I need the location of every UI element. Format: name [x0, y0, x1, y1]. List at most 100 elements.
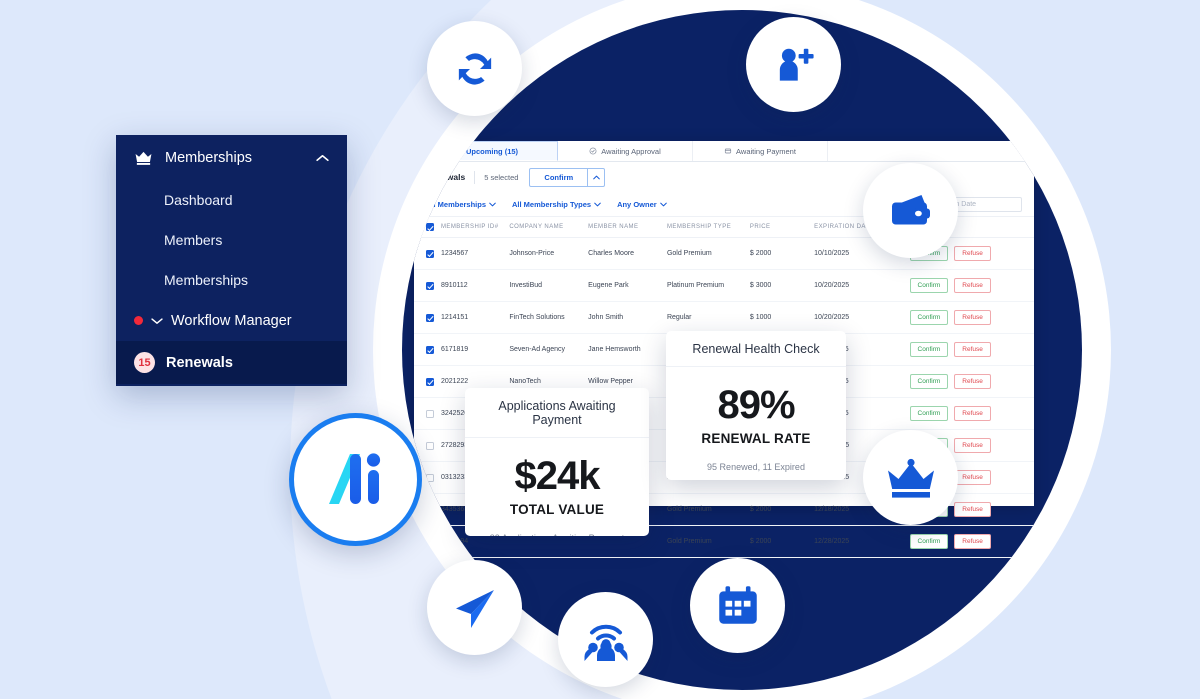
tab-upcoming[interactable]: Upcoming (15)	[414, 141, 558, 161]
row-action-group: Confirm Refuse	[909, 534, 1034, 549]
table-row[interactable]: 1214151 FinTech Solutions John Smith Regula…	[414, 301, 1034, 334]
row-confirm-button[interactable]: Confirm	[909, 342, 949, 357]
filter-all-memberships-label: All Memberships	[426, 199, 487, 209]
sidebar-item-dashboard[interactable]: Dashboard	[116, 180, 347, 220]
row-confirm-button[interactable]: Confirm	[909, 374, 949, 389]
sidebar-group-memberships[interactable]: Memberships	[116, 135, 347, 180]
select-all-header	[414, 216, 441, 238]
card-renewal-health-check: Renewal Health Check 89% RENEWAL RATE 95…	[666, 331, 846, 480]
bubble-send[interactable]	[427, 560, 522, 655]
add-user-icon	[779, 48, 814, 81]
row-refuse-button[interactable]: Refuse	[954, 374, 991, 389]
row-select-cell[interactable]	[414, 269, 441, 302]
row-checkbox[interactable]	[426, 377, 434, 386]
row-refuse-button[interactable]: Refuse	[954, 310, 991, 325]
row-checkbox[interactable]	[426, 345, 434, 354]
row-action-group: Confirm Refuse	[909, 278, 1034, 293]
row-refuse-button[interactable]: Refuse	[954, 278, 991, 293]
cell-member-name: Eugene Park	[588, 269, 667, 302]
health-card-label: RENEWAL RATE	[701, 431, 811, 446]
cell-company-name: Johnson-Price	[509, 237, 589, 270]
row-confirm-button[interactable]: Confirm	[909, 310, 949, 325]
confirm-button[interactable]: Confirm	[529, 167, 589, 187]
sync-icon	[458, 52, 491, 85]
cell-membership-type: Gold Premium	[666, 525, 750, 558]
sidebar-item-members-label: Members	[164, 232, 223, 248]
row-select-cell[interactable]	[414, 525, 441, 558]
tab-upcoming-label: Upcoming (15)	[465, 146, 519, 156]
tab-awaiting-approval[interactable]: Awaiting Approval	[558, 141, 693, 161]
row-refuse-button[interactable]: Refuse	[954, 534, 991, 549]
sidebar-item-dashboard-label: Dashboard	[164, 192, 233, 208]
bubble-add-user[interactable]	[746, 17, 841, 112]
row-action-group: Confirm Refuse	[909, 406, 1034, 421]
tab-awaiting-payment[interactable]: Awaiting Payment	[693, 141, 828, 161]
row-checkbox[interactable]	[426, 409, 434, 418]
card-icon	[724, 148, 732, 154]
cell-expiration-date: 10/20/2025	[814, 269, 910, 302]
cell-membership-id: 6171819	[440, 333, 510, 366]
sidebar-item-members[interactable]: Members	[116, 220, 347, 260]
table-row[interactable]: 8910112 InvestiBud Eugene Park Platinum Pre…	[414, 269, 1034, 302]
row-refuse-button[interactable]: Refuse	[954, 438, 991, 453]
cell-price: $ 2000	[749, 237, 815, 270]
cell-expiration-date: 10/20/2025	[814, 301, 910, 334]
filter-all-memberships[interactable]: All Memberships	[426, 200, 496, 209]
row-refuse-button[interactable]: Refuse	[954, 502, 991, 517]
bubble-community[interactable]	[558, 592, 653, 687]
sidebar-item-memberships[interactable]: Memberships	[116, 260, 347, 300]
cell-membership-id: 1214151	[440, 301, 510, 334]
filter-owner[interactable]: Any Owner	[617, 200, 667, 209]
row-select-cell[interactable]	[414, 365, 441, 398]
payment-card-value: $24k	[514, 454, 601, 498]
row-select-cell[interactable]	[414, 301, 441, 334]
tab-spacer	[828, 141, 1034, 161]
toolbar-divider	[474, 170, 476, 184]
health-card-value: 89%	[717, 383, 795, 427]
confirm-dropdown-button[interactable]	[588, 167, 606, 187]
bubble-calendar[interactable]	[690, 558, 785, 653]
row-select-cell[interactable]	[414, 237, 441, 270]
sidebar-item-renewals-label: Renewals	[166, 354, 233, 371]
caret-down-icon	[151, 317, 163, 324]
cell-price: $ 2000	[749, 525, 815, 558]
cell-member-name: John Smith	[588, 301, 667, 334]
row-checkbox[interactable]	[426, 537, 434, 546]
bubble-wallet[interactable]	[863, 163, 958, 258]
row-checkbox[interactable]	[426, 441, 434, 450]
cell-expiration-date: 12/28/2025	[814, 525, 910, 558]
sidebar-item-renewals[interactable]: 15 Renewals	[116, 341, 347, 384]
row-confirm-button[interactable]: Confirm	[909, 534, 949, 549]
row-action-group: Confirm Refuse	[909, 310, 1034, 325]
row-select-cell[interactable]	[414, 397, 441, 430]
row-checkbox[interactable]	[426, 313, 434, 322]
cell-actions: Confirm Refuse	[909, 269, 1034, 302]
select-all-checkbox[interactable]	[426, 223, 434, 231]
filter-membership-types[interactable]: All Membership Types	[512, 200, 601, 209]
community-icon	[584, 624, 627, 661]
sidebar-item-workflow-label: Workflow Manager	[171, 312, 292, 329]
row-checkbox[interactable]	[426, 505, 434, 514]
row-confirm-button[interactable]: Confirm	[909, 406, 949, 421]
selection-count: 5 selected	[484, 172, 519, 182]
cell-actions: Confirm Refuse	[909, 397, 1034, 430]
ai-logo[interactable]	[289, 413, 422, 546]
sidebar-item-workflow-manager[interactable]: Workflow Manager	[116, 300, 347, 341]
bubble-sync[interactable]	[427, 21, 522, 116]
row-checkbox[interactable]	[426, 473, 434, 482]
row-checkbox[interactable]	[426, 281, 434, 290]
caret-up-icon	[592, 175, 600, 179]
row-refuse-button[interactable]: Refuse	[954, 470, 991, 485]
row-refuse-button[interactable]: Refuse	[954, 406, 991, 421]
confirm-button-group: Confirm	[529, 167, 606, 187]
row-select-cell[interactable]	[414, 333, 441, 366]
row-refuse-button[interactable]: Refuse	[954, 342, 991, 357]
chevron-down-icon	[594, 202, 601, 206]
cell-membership-id: 8910112	[440, 269, 510, 302]
cell-member-name: Jane Hemsworth	[588, 333, 667, 366]
bubble-crown[interactable]	[863, 430, 958, 525]
row-checkbox[interactable]	[426, 249, 434, 258]
row-refuse-button[interactable]: Refuse	[954, 246, 991, 261]
row-confirm-button[interactable]: Confirm	[909, 278, 949, 293]
clock-icon	[454, 147, 462, 155]
